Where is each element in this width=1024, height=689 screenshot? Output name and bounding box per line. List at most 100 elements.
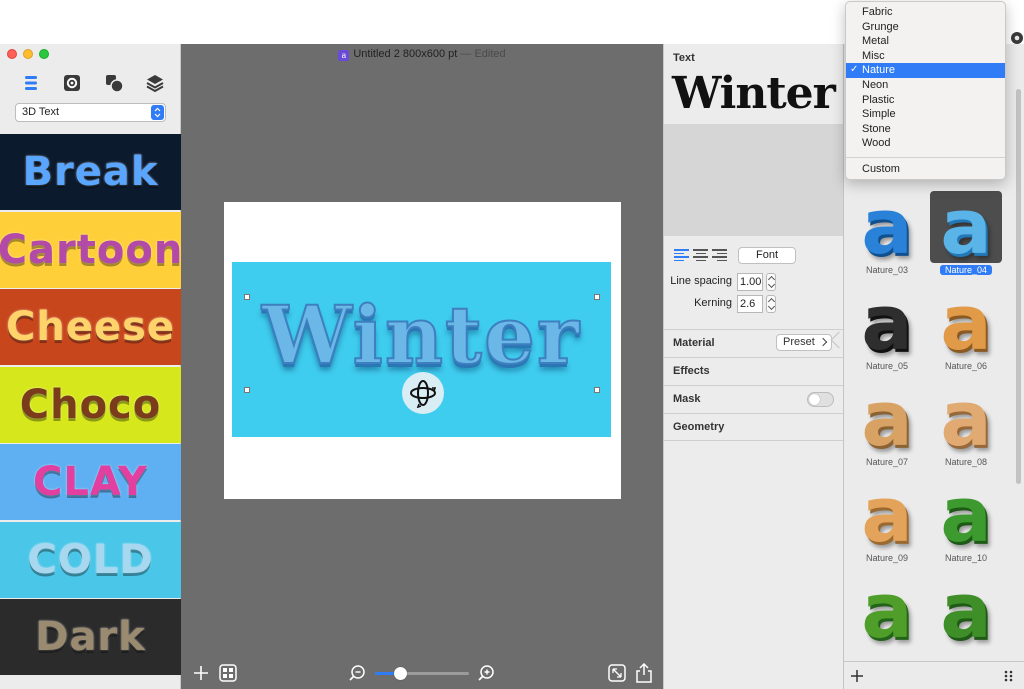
style-list: Break Cartoon Cheese Choco CLAY COLD Dark	[0, 134, 181, 689]
preset-options-button[interactable]	[1003, 670, 1015, 682]
material-section[interactable]: Material Preset	[664, 329, 844, 357]
preset-name: Nature_08	[930, 457, 1002, 467]
mask-toggle[interactable]	[807, 392, 834, 407]
font-button[interactable]: Font	[738, 247, 796, 264]
zoom-out-button[interactable]	[347, 663, 367, 683]
menu-item-label: Wood	[862, 137, 891, 150]
dots-grid-icon	[1004, 670, 1013, 682]
style-tile-label: Choco	[19, 381, 162, 428]
style-tile[interactable]: Dark	[0, 599, 181, 675]
align-right-icon[interactable]	[712, 249, 727, 261]
menu-item-wood[interactable]: Wood	[846, 136, 1005, 151]
popover-settings-button[interactable]	[1009, 30, 1024, 46]
menu-item-metal[interactable]: Metal	[846, 34, 1005, 49]
preset-scrollbar[interactable]	[1016, 89, 1021, 484]
style-tile[interactable]: CLAY	[0, 444, 181, 520]
add-layer-button[interactable]	[191, 663, 211, 683]
fit-to-screen-button[interactable]	[607, 663, 627, 683]
menu-item-label: Grunge	[862, 20, 899, 33]
zoom-slider-knob[interactable]	[394, 667, 407, 680]
preset-name-text: Nature_04	[939, 265, 993, 275]
kerning-field[interactable]: 2.6	[737, 295, 763, 313]
material-section-label: Material	[673, 337, 715, 349]
line-spacing-field[interactable]: 1.00	[737, 273, 763, 291]
preset-item[interactable]: a Nature_08	[930, 383, 1002, 479]
resize-handle-bottom-left[interactable]	[244, 387, 250, 393]
line-spacing-stepper[interactable]	[766, 273, 776, 291]
zoom-window-button[interactable]	[39, 49, 49, 59]
style-tile[interactable]: COLD	[0, 521, 181, 598]
preset-item[interactable]: a	[851, 575, 923, 671]
add-preset-button[interactable]	[850, 669, 864, 683]
preset-name-text: Nature_08	[944, 457, 988, 467]
close-window-button[interactable]	[7, 49, 17, 59]
style-tile[interactable]: Break	[0, 134, 181, 210]
line-spacing-label: Line spacing	[670, 275, 732, 287]
text-preview[interactable]: Winter	[669, 68, 836, 124]
style-tile-label: CLAY	[33, 459, 148, 505]
effects-section[interactable]: Effects	[664, 357, 844, 385]
text-section-label: Text	[673, 52, 695, 64]
menu-item-grunge[interactable]: Grunge	[846, 20, 1005, 35]
zoom-slider[interactable]	[375, 672, 469, 675]
preset-item[interactable]: a Nature_10	[930, 479, 1002, 575]
menu-item-stone[interactable]: Stone	[846, 122, 1005, 137]
layers-button[interactable]	[142, 70, 168, 96]
text-layer[interactable]: Winter	[232, 262, 611, 437]
resize-handle-top-left[interactable]	[244, 294, 250, 300]
mask-section[interactable]: Mask	[664, 385, 844, 413]
shapes-button[interactable]	[101, 70, 127, 96]
styles-list-button[interactable]	[18, 70, 44, 96]
style-tile-label: COLD	[27, 536, 154, 583]
preset-sample-glyph: a	[940, 191, 992, 263]
preset-item[interactable]: a Nature_06	[930, 287, 1002, 383]
align-left-icon[interactable]	[674, 249, 689, 261]
preset-thumbnail: a	[930, 191, 1002, 263]
canvas-text[interactable]: Winter	[232, 287, 611, 383]
preset-thumbnail: a	[930, 575, 1002, 647]
preset-thumbnail: a	[851, 479, 923, 551]
resize-handle-bottom-right[interactable]	[594, 387, 600, 393]
preset-item[interactable]: a Nature_05	[851, 287, 923, 383]
preset-item[interactable]: a Nature_03	[851, 191, 923, 287]
templates-button[interactable]	[218, 663, 238, 683]
preset-button[interactable]: Preset	[776, 334, 832, 351]
gear-icon	[1011, 32, 1023, 44]
style-tile[interactable]: Cartoon	[0, 211, 181, 288]
menu-item-nature[interactable]: ✓ Nature	[846, 63, 1005, 78]
align-center-icon[interactable]	[693, 249, 708, 261]
document-page[interactable]: Winter	[224, 202, 621, 499]
menu-item-neon[interactable]: Neon	[846, 78, 1005, 93]
category-select[interactable]: 3D Text	[15, 103, 166, 122]
menu-item-misc[interactable]: Misc	[846, 49, 1005, 64]
menu-item-plastic[interactable]: Plastic	[846, 93, 1005, 108]
menu-item-simple[interactable]: Simple	[846, 107, 1005, 122]
layers-icon	[146, 75, 164, 93]
zoom-in-button[interactable]	[476, 663, 496, 683]
menu-item-label: Neon	[862, 78, 889, 91]
kerning-stepper[interactable]	[766, 295, 776, 313]
preset-name-text: Nature_06	[944, 361, 988, 371]
geometry-section[interactable]: Geometry	[664, 413, 844, 441]
style-tile[interactable]: Choco	[0, 366, 181, 443]
zoom-out-icon	[349, 665, 365, 681]
preset-item[interactable]: a	[930, 575, 1002, 671]
preset-item[interactable]: a Nature_09	[851, 479, 923, 575]
menu-item-fabric[interactable]: Fabric	[846, 5, 1005, 20]
settings-button[interactable]	[59, 70, 85, 96]
preset-item[interactable]: a Nature_07	[851, 383, 923, 479]
preset-name: Nature_07	[851, 457, 923, 467]
menu-item-custom[interactable]: Custom	[846, 162, 1005, 177]
preset-thumbnail: a	[851, 287, 923, 359]
resize-icon	[608, 664, 626, 682]
share-button[interactable]	[634, 663, 654, 683]
preset-item[interactable]: a Nature_04	[930, 191, 1002, 287]
preset-sample-glyph: a	[861, 287, 913, 359]
resize-handle-top-right[interactable]	[594, 294, 600, 300]
preset-name-text: Nature_10	[944, 553, 988, 563]
style-tile[interactable]: Cheese	[0, 289, 181, 365]
preset-thumbnail: a	[851, 383, 923, 455]
minimize-window-button[interactable]	[23, 49, 33, 59]
rotate-3d-handle[interactable]	[402, 372, 444, 414]
preset-name: Nature_09	[851, 553, 923, 563]
